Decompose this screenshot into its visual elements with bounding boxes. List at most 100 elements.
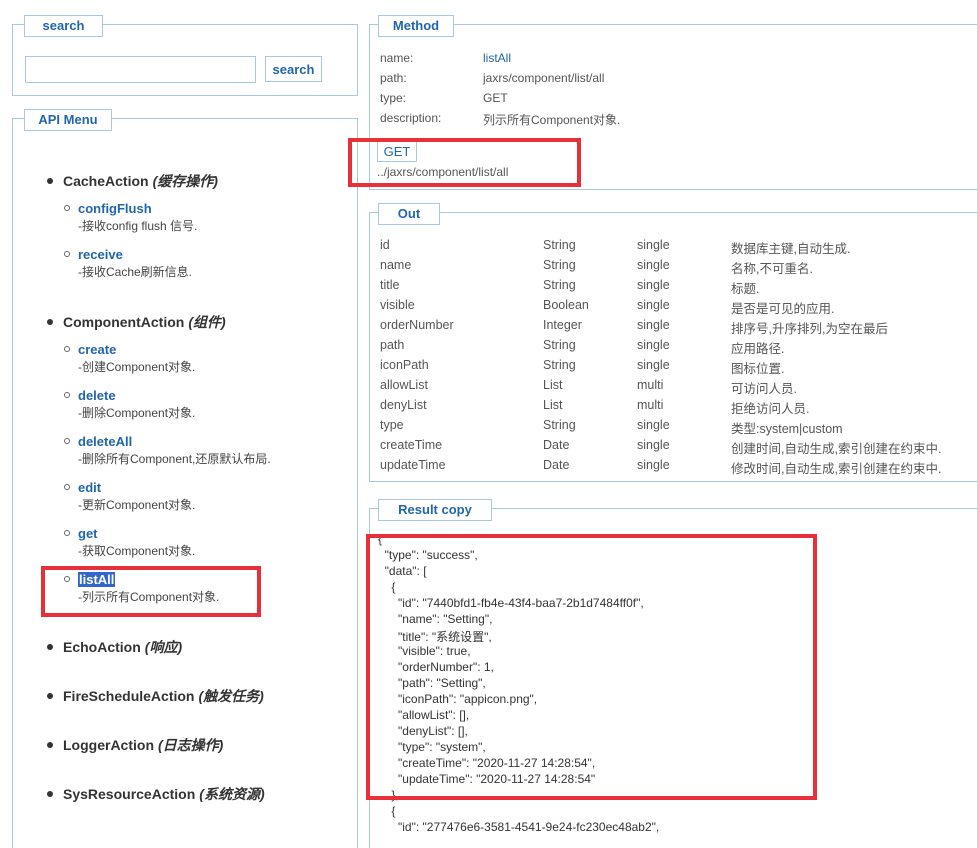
json-line: "id": "277476e6-3581-4541-9e24-fc230ec48… xyxy=(378,820,660,834)
menu-group-cacheaction[interactable]: CacheAction (缓存操作) xyxy=(47,171,218,191)
method-name[interactable]: configFlush xyxy=(78,201,152,216)
out-type: List xyxy=(543,398,563,412)
group-name: CacheAction xyxy=(63,173,149,189)
bullet-icon xyxy=(47,178,53,185)
group-zh: (缓存操作) xyxy=(152,173,218,189)
out-field: allowList xyxy=(380,378,428,392)
method-legend: Method xyxy=(378,15,454,37)
bullet-icon xyxy=(47,693,53,700)
out-desc: 排序号,升序排列,为空在最后 xyxy=(731,322,888,336)
out-field: path xyxy=(380,338,405,352)
menu-group-firescheduleaction[interactable]: FireScheduleAction (触发任务) xyxy=(47,686,264,706)
out-cardinality: single xyxy=(637,338,670,352)
circle-bullet-icon xyxy=(64,392,70,398)
bullet-icon xyxy=(47,791,53,798)
method-name[interactable]: receive xyxy=(78,247,123,262)
out-cardinality: single xyxy=(637,258,670,272)
group-name: SysResourceAction xyxy=(63,786,196,802)
circle-bullet-icon xyxy=(64,530,70,536)
out-field: id xyxy=(380,238,390,252)
group-zh: (触发任务) xyxy=(198,688,264,704)
method-name[interactable]: create xyxy=(78,342,116,357)
circle-bullet-icon xyxy=(64,205,70,211)
method-desc: -获取Component对象. xyxy=(78,544,196,558)
field-value: jaxrs/component/list/all xyxy=(483,71,605,85)
out-desc: 名称,不可重名. xyxy=(731,262,813,276)
result-highlight-box xyxy=(366,534,817,800)
get-highlight-box xyxy=(348,138,581,187)
group-zh: (响应) xyxy=(144,639,183,655)
group-zh: (日志操作) xyxy=(158,737,224,753)
method-name[interactable]: deleteAll xyxy=(78,434,132,449)
bullet-icon xyxy=(47,742,53,749)
group-zh: (系统资源) xyxy=(199,786,265,802)
out-type: String xyxy=(543,358,576,372)
field-key: type: xyxy=(380,91,407,105)
out-field: name xyxy=(380,258,412,272)
method-name[interactable]: get xyxy=(78,526,98,541)
out-type: String xyxy=(543,338,576,352)
out-cardinality: single xyxy=(637,358,670,372)
api-menu-legend: API Menu xyxy=(24,109,112,131)
menu-group-sysresourceaction[interactable]: SysResourceAction (系统资源) xyxy=(47,784,265,804)
bullet-icon xyxy=(47,319,53,326)
out-desc: 标题. xyxy=(731,282,760,296)
menu-group-echoaction[interactable]: EchoAction (响应) xyxy=(47,637,182,657)
out-cardinality: single xyxy=(637,418,670,432)
out-field: visible xyxy=(380,298,415,312)
method-field-path: path: jaxrs/component/list/all xyxy=(380,71,604,85)
method-field-type: type: GET xyxy=(380,91,508,105)
out-cardinality: single xyxy=(637,458,670,472)
out-desc: 创建时间,自动生成,索引创建在约束中. xyxy=(731,442,942,456)
circle-bullet-icon xyxy=(64,438,70,444)
group-name: FireScheduleAction xyxy=(63,688,195,704)
method-name[interactable]: edit xyxy=(78,480,101,495)
group-name: EchoAction xyxy=(63,639,141,655)
out-type: Date xyxy=(543,438,570,452)
menu-group-componentaction[interactable]: ComponentAction (组件) xyxy=(47,312,226,332)
out-cardinality: single xyxy=(637,298,670,312)
out-desc: 数据库主键,自动生成. xyxy=(731,242,851,256)
menu-group-loggeraction[interactable]: LoggerAction (日志操作) xyxy=(47,735,223,755)
search-legend: search xyxy=(24,15,103,37)
out-desc: 图标位置. xyxy=(731,362,785,376)
out-cardinality: single xyxy=(637,238,670,252)
method-name[interactable]: delete xyxy=(78,388,116,403)
out-cardinality: single xyxy=(637,318,670,332)
out-type: Boolean xyxy=(543,298,589,312)
out-desc: 修改时间,自动生成,索引创建在约束中. xyxy=(731,462,942,476)
search-input[interactable] xyxy=(25,56,256,83)
out-type: String xyxy=(543,418,576,432)
out-field: iconPath xyxy=(380,358,429,372)
out-desc: 是否是可见的应用. xyxy=(731,302,835,316)
group-name: LoggerAction xyxy=(63,737,154,753)
field-value: GET xyxy=(483,91,508,105)
listall-highlight-box xyxy=(41,566,261,617)
field-key: description: xyxy=(380,111,442,125)
search-button[interactable]: search xyxy=(265,56,322,82)
method-field-name: name: listAll xyxy=(380,51,511,65)
out-desc: 拒绝访问人员. xyxy=(731,402,810,416)
out-desc: 类型:system|custom xyxy=(731,422,843,436)
out-field: denyList xyxy=(380,398,427,412)
method-desc: -创建Component对象. xyxy=(78,360,196,374)
out-field: orderNumber xyxy=(380,318,454,332)
out-type: String xyxy=(543,278,576,292)
out-desc: 应用路径. xyxy=(731,342,785,356)
method-desc: -删除Component对象. xyxy=(78,406,196,420)
method-desc: -删除所有Component,还原默认布局. xyxy=(78,452,271,466)
out-desc: 可访问人员. xyxy=(731,382,797,396)
field-value: listAll xyxy=(483,51,512,65)
json-line: { xyxy=(378,804,396,818)
method-field-description: description: 列示所有Component对象. xyxy=(380,111,620,127)
out-type: String xyxy=(543,258,576,272)
out-type: Date xyxy=(543,458,570,472)
field-key: path: xyxy=(380,71,407,85)
circle-bullet-icon xyxy=(64,251,70,257)
method-desc: -接收config flush 信号. xyxy=(78,219,198,233)
bullet-icon xyxy=(47,644,53,651)
out-type: Integer xyxy=(543,318,582,332)
result-legend[interactable]: Result copy xyxy=(378,499,492,521)
out-cardinality: multi xyxy=(637,398,664,412)
group-name: ComponentAction xyxy=(63,314,185,330)
